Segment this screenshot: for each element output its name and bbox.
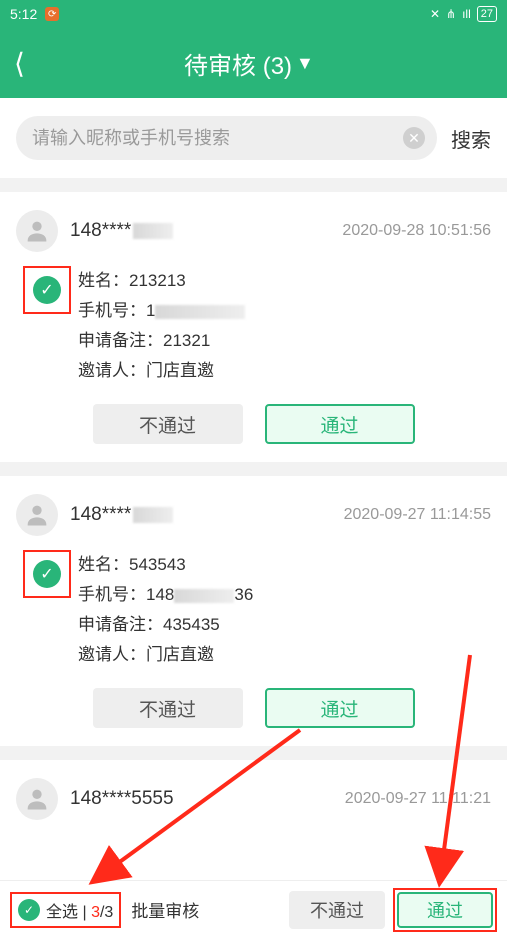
checkbox[interactable]: ✓ [33, 560, 61, 588]
status-bar: 5:12 ⟳ ✕ ⋔ ıll 27 [0, 0, 507, 28]
approve-button[interactable]: 通过 [265, 688, 415, 728]
blur-mask [133, 223, 173, 239]
timestamp: 2020-09-28 10:51:56 [342, 222, 491, 240]
search-wrap: ✕ [16, 116, 437, 160]
bulk-reject-button[interactable]: 不通过 [289, 891, 385, 929]
reject-button[interactable]: 不通过 [93, 688, 243, 728]
signal-icon: ıll [462, 7, 471, 21]
blur-mask [155, 305, 245, 319]
review-card: 148****5555 2020-09-27 11:11:21 [0, 760, 507, 894]
status-time: 5:12 [10, 6, 37, 22]
blur-mask [133, 507, 173, 523]
timestamp: 2020-09-27 11:11:21 [345, 790, 491, 808]
details: 姓名：543543 手机号：14836 申请备注：435435 邀请人：门店直邀 [78, 550, 491, 670]
nickname: 148**** [70, 504, 344, 526]
back-button[interactable]: ⟨ [14, 47, 25, 80]
select-all-checkbox[interactable]: ✓ [18, 899, 40, 921]
select-all-label[interactable]: 全选 | 3/3 [46, 898, 113, 922]
page-title[interactable]: 待审核 (3) [184, 46, 292, 81]
header: ⟨ 待审核 (3) ▼ [0, 28, 507, 98]
dnd-icon: ✕ [430, 7, 440, 21]
loop-icon: ⟳ [45, 7, 59, 21]
search-row: ✕ 搜索 [0, 98, 507, 178]
avatar-icon [16, 494, 58, 536]
approve-button[interactable]: 通过 [265, 404, 415, 444]
battery-icon: 27 [477, 6, 497, 22]
details: 姓名：213213 手机号：1 申请备注：21321 邀请人：门店直邀 [78, 266, 491, 386]
timestamp: 2020-09-27 11:14:55 [344, 506, 491, 524]
clear-icon[interactable]: ✕ [403, 127, 425, 149]
blur-mask [174, 589, 234, 603]
chevron-down-icon[interactable]: ▼ [296, 53, 314, 74]
wifi-icon: ⋔ [446, 7, 456, 21]
nickname: 148****5555 [70, 788, 345, 810]
highlight-box: ✓ [23, 550, 71, 598]
nickname: 148**** [70, 220, 342, 242]
search-button[interactable]: 搜索 [451, 124, 491, 153]
bulk-approve-button[interactable]: 通过 [397, 892, 493, 928]
search-input[interactable] [32, 128, 403, 149]
highlight-box: ✓ 全选 | 3/3 [10, 892, 121, 928]
highlight-box: ✓ [23, 266, 71, 314]
checkbox[interactable]: ✓ [33, 276, 61, 304]
status-icons: ✕ ⋔ ıll 27 [430, 6, 497, 22]
review-card: 148**** 2020-09-28 10:51:56 ✓ 姓名：213213 … [0, 192, 507, 462]
bottom-bar: ✓ 全选 | 3/3 批量审核 不通过 通过 [0, 880, 507, 938]
avatar-icon [16, 778, 58, 820]
bulk-label: 批量审核 [131, 897, 199, 922]
reject-button[interactable]: 不通过 [93, 404, 243, 444]
list: 148**** 2020-09-28 10:51:56 ✓ 姓名：213213 … [0, 178, 507, 938]
highlight-box: 通过 [393, 888, 497, 932]
avatar-icon [16, 210, 58, 252]
review-card: 148**** 2020-09-27 11:14:55 ✓ 姓名：543543 … [0, 476, 507, 746]
